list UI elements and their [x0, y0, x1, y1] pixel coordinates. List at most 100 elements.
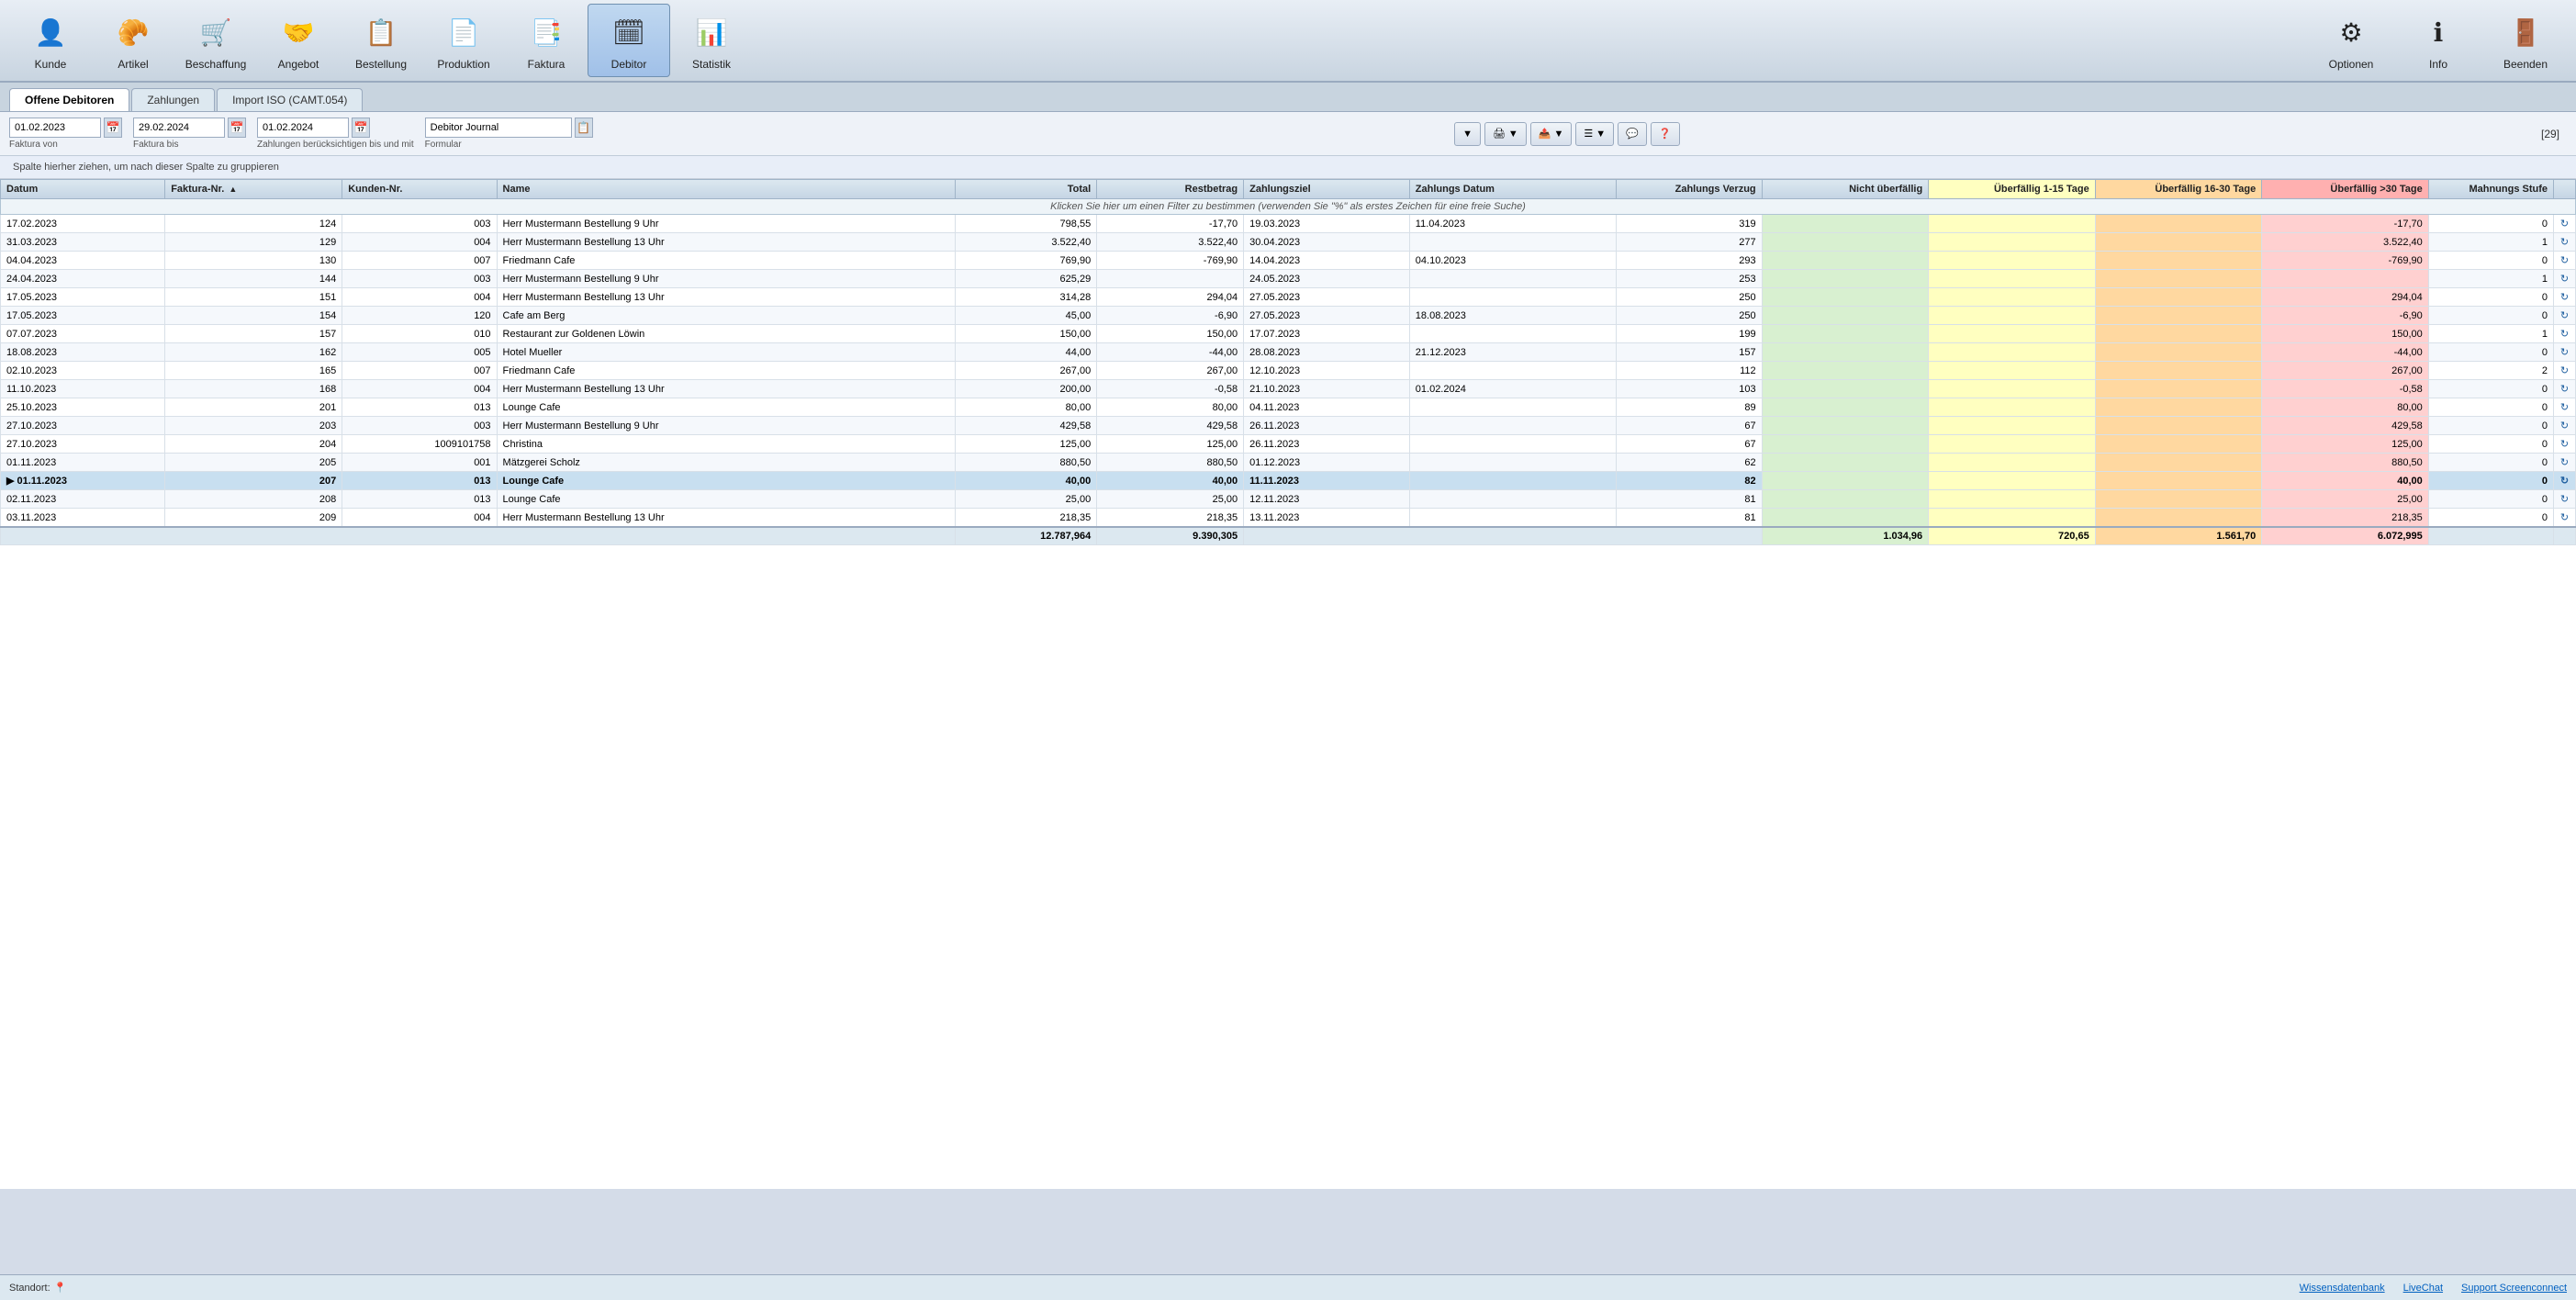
table-cell: 003 [342, 270, 497, 288]
table-row[interactable]: 17.02.2023124003Herr Mustermann Bestellu… [1, 215, 2576, 233]
link-livechat[interactable]: LiveChat [2403, 1283, 2443, 1294]
tab-offene-debitoren[interactable]: Offene Debitoren [9, 88, 129, 111]
tab-zahlungen[interactable]: Zahlungen [131, 88, 215, 111]
faktura-von-calendar-button[interactable]: 📅 [104, 118, 122, 138]
link-wissensdatenbank[interactable]: Wissensdatenbank [2300, 1283, 2385, 1294]
table-row[interactable]: 18.08.2023162005Hotel Mueller44,00-44,00… [1, 343, 2576, 362]
formular-input[interactable] [425, 118, 572, 138]
table-cell [1762, 215, 1929, 233]
refresh-button[interactable]: ↻ [2554, 435, 2576, 454]
zahlungen-datum-calendar-button[interactable]: 📅 [352, 118, 370, 138]
col-datum[interactable]: Datum [1, 180, 165, 199]
totals-cell: 12.787,964 [955, 527, 1096, 545]
col-zahlungs-datum[interactable]: Zahlungs Datum [1409, 180, 1616, 199]
toolbar-item-beschaffung[interactable]: 🛒 Beschaffung [174, 4, 257, 77]
table-row[interactable]: 24.04.2023144003Herr Mustermann Bestellu… [1, 270, 2576, 288]
faktura-bis-input[interactable] [133, 118, 225, 138]
table-cell: 293 [1616, 252, 1762, 270]
action-btn-list[interactable]: ☰▼ [1575, 122, 1614, 146]
table-cell [1762, 490, 1929, 509]
refresh-button[interactable]: ↻ [2554, 398, 2576, 417]
table-row[interactable]: 11.10.2023168004Herr Mustermann Bestellu… [1, 380, 2576, 398]
link-support-screenconnect[interactable]: Support Screenconnect [2461, 1283, 2567, 1294]
table-cell: 013 [342, 472, 497, 490]
tab-import-iso[interactable]: Import ISO (CAMT.054) [217, 88, 363, 111]
col-ueberfaellig-30[interactable]: Überfällig >30 Tage [2262, 180, 2429, 199]
table-container[interactable]: Datum Faktura-Nr. ▲ Kunden-Nr. Name Tota… [0, 179, 2576, 1189]
action-btn-comment[interactable]: 💬 [1618, 122, 1647, 146]
toolbar-item-produktion[interactable]: 📄 Produktion [422, 4, 505, 77]
table-row[interactable]: 25.10.2023201013Lounge Cafe80,0080,0004.… [1, 398, 2576, 417]
table-cell: Lounge Cafe [497, 472, 955, 490]
col-ueberfaellig-1-15[interactable]: Überfällig 1-15 Tage [1929, 180, 2096, 199]
toolbar-item-faktura[interactable]: 📑 Faktura [505, 4, 588, 77]
refresh-button[interactable]: ↻ [2554, 343, 2576, 362]
angebot-icon: 🤝 [276, 11, 320, 55]
toolbar-label-debitor: Debitor [611, 58, 647, 71]
table-row[interactable]: 17.05.2023154120Cafe am Berg45,00-6,9027… [1, 307, 2576, 325]
table-row[interactable]: 02.11.2023208013Lounge Cafe25,0025,0012.… [1, 490, 2576, 509]
refresh-button[interactable]: ↻ [2554, 325, 2576, 343]
refresh-button[interactable]: ↻ [2554, 288, 2576, 307]
table-cell: 880,50 [1097, 454, 1244, 472]
refresh-button[interactable]: ↻ [2554, 417, 2576, 435]
col-restbetrag[interactable]: Restbetrag [1097, 180, 1244, 199]
col-zahlungsziel[interactable]: Zahlungsziel [1244, 180, 1410, 199]
refresh-button[interactable]: ↻ [2554, 472, 2576, 490]
formular-copy-button[interactable]: 📋 [575, 118, 593, 138]
col-ueberfaellig-16-30[interactable]: Überfällig 16-30 Tage [2095, 180, 2262, 199]
refresh-button[interactable]: ↻ [2554, 215, 2576, 233]
toolbar-item-debitor[interactable]: 🗓 Debitor [588, 4, 670, 77]
action-btn-1[interactable]: ▼ [1454, 122, 1481, 146]
col-faktura-nr[interactable]: Faktura-Nr. ▲ [165, 180, 342, 199]
toolbar-right: ⚙ Optionen ℹ Info 🚪 Beenden [2310, 4, 2567, 77]
list-arrow: ▼ [1596, 129, 1606, 140]
refresh-button[interactable]: ↻ [2554, 362, 2576, 380]
refresh-button[interactable]: ↻ [2554, 454, 2576, 472]
refresh-button[interactable]: ↻ [2554, 307, 2576, 325]
col-zahlungs-verzug[interactable]: Zahlungs Verzug [1616, 180, 1762, 199]
toolbar-item-artikel[interactable]: 🥐 Artikel [92, 4, 174, 77]
toolbar-item-info[interactable]: ℹ Info [2397, 4, 2480, 77]
refresh-button[interactable]: ↻ [2554, 252, 2576, 270]
col-kunden-nr[interactable]: Kunden-Nr. [342, 180, 497, 199]
toolbar-item-beenden[interactable]: 🚪 Beenden [2484, 4, 2567, 77]
table-row[interactable]: 17.05.2023151004Herr Mustermann Bestellu… [1, 288, 2576, 307]
refresh-button[interactable]: ↻ [2554, 490, 2576, 509]
table-row[interactable]: 04.04.2023130007Friedmann Cafe769,90-769… [1, 252, 2576, 270]
table-row[interactable]: 27.10.20232041009101758Christina125,0012… [1, 435, 2576, 454]
action-btn-help[interactable]: ❓ [1651, 122, 1680, 146]
col-nicht-ueberfaellig[interactable]: Nicht überfällig [1762, 180, 1929, 199]
table-cell: 218,35 [955, 509, 1096, 528]
toolbar-item-angebot[interactable]: 🤝 Angebot [257, 4, 340, 77]
action-btn-export[interactable]: 📤▼ [1530, 122, 1573, 146]
refresh-button[interactable]: ↻ [2554, 233, 2576, 252]
faktura-bis-calendar-button[interactable]: 📅 [228, 118, 246, 138]
action-btn-print[interactable]: 🖨▼ [1484, 122, 1527, 146]
table-row[interactable]: 03.11.2023209004Herr Mustermann Bestellu… [1, 509, 2576, 528]
col-name[interactable]: Name [497, 180, 955, 199]
table-cell [1929, 417, 2096, 435]
toolbar-item-bestellung[interactable]: 📋 Bestellung [340, 4, 422, 77]
toolbar-item-optionen[interactable]: ⚙ Optionen [2310, 4, 2392, 77]
faktura-von-input[interactable] [9, 118, 101, 138]
refresh-button[interactable]: ↻ [2554, 270, 2576, 288]
standort-icon: 📍 [54, 1282, 67, 1294]
refresh-button[interactable]: ↻ [2554, 380, 2576, 398]
table-row[interactable]: 07.07.2023157010Restaurant zur Goldenen … [1, 325, 2576, 343]
refresh-button[interactable]: ↻ [2554, 509, 2576, 528]
table-row[interactable]: 02.10.2023165007Friedmann Cafe267,00267,… [1, 362, 2576, 380]
table-cell [1409, 454, 1616, 472]
table-row[interactable]: 27.10.2023203003Herr Mustermann Bestellu… [1, 417, 2576, 435]
toolbar-item-statistik[interactable]: 📊 Statistik [670, 4, 753, 77]
table-row[interactable]: 01.11.2023205001Mätzgerei Scholz880,5088… [1, 454, 2576, 472]
zahlungen-datum-input[interactable] [257, 118, 349, 138]
table-row[interactable]: ▶ 01.11.2023207013Lounge Cafe40,0040,001… [1, 472, 2576, 490]
filter-hint[interactable]: Klicken Sie hier um einen Filter zu best… [1, 199, 2576, 215]
col-mahnungs-stufe[interactable]: Mahnungs Stufe [2428, 180, 2553, 199]
toolbar-item-kunde[interactable]: 👤 Kunde [9, 4, 92, 77]
table-cell: 80,00 [2262, 398, 2429, 417]
col-total[interactable]: Total [955, 180, 1096, 199]
table-row[interactable]: 31.03.2023129004Herr Mustermann Bestellu… [1, 233, 2576, 252]
table-cell: -6,90 [2262, 307, 2429, 325]
